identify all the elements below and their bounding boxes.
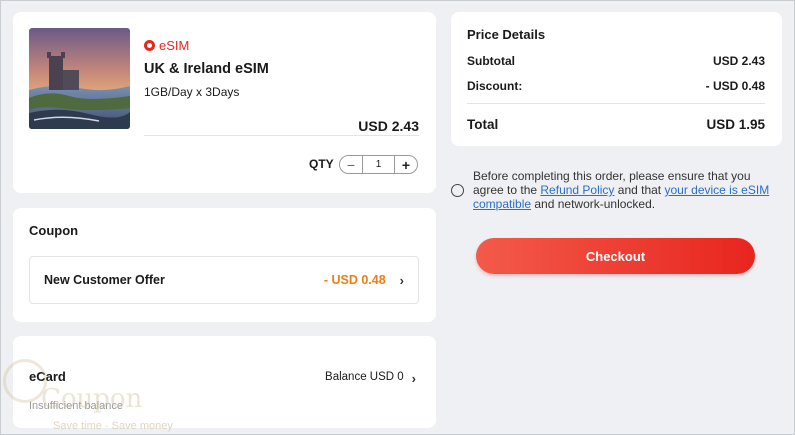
- discount-row: Discount: - USD 0.48: [467, 79, 765, 93]
- price-details-card: Price Details Subtotal USD 2.43 Discount…: [451, 12, 782, 146]
- chevron-right-icon: ›: [411, 371, 416, 386]
- product-image: [29, 28, 130, 129]
- coupon-offer-name: New Customer Offer: [44, 273, 165, 287]
- total-value: USD 1.95: [706, 117, 765, 132]
- brand-row: eSIM: [144, 38, 189, 53]
- ecard-card: eCard Balance USD 0 › Insufficient balan…: [13, 336, 436, 428]
- divider: [144, 135, 419, 136]
- agreement-text-part: and network-unlocked.: [531, 197, 656, 211]
- esim-logo-icon: [144, 40, 155, 51]
- divider: [467, 103, 765, 104]
- price-details-title: Price Details: [467, 27, 546, 42]
- brand-label: eSIM: [159, 38, 190, 53]
- product-price: USD 2.43: [358, 118, 419, 134]
- coupon-offer-amount: - USD 0.48: [323, 273, 386, 287]
- qty-decrease-button[interactable]: −: [340, 156, 362, 173]
- product-plan: 1GB/Day x 3Days: [144, 85, 240, 99]
- qty-increase-button[interactable]: +: [395, 156, 417, 173]
- qty-value[interactable]: 1: [362, 156, 395, 173]
- subtotal-label: Subtotal: [467, 54, 515, 68]
- coupon-offer-row[interactable]: New Customer Offer - USD 0.48 ›: [29, 256, 419, 304]
- coupon-card: Coupon New Customer Offer - USD 0.48 ›: [13, 208, 436, 322]
- coupon-title: Coupon: [29, 223, 79, 238]
- checkout-button[interactable]: Checkout: [476, 238, 755, 274]
- ecard-title: eCard: [29, 369, 66, 384]
- quantity-stepper: − 1 +: [339, 155, 418, 174]
- qty-label: QTY: [309, 157, 334, 171]
- subtotal-row: Subtotal USD 2.43: [467, 54, 765, 68]
- ecard-balance: Balance USD 0: [325, 371, 404, 383]
- total-label: Total: [467, 117, 499, 132]
- discount-value: - USD 0.48: [705, 79, 765, 93]
- chevron-right-icon: ›: [399, 272, 404, 288]
- ecard-note: Insufficient balance: [29, 400, 123, 412]
- product-name: UK & Ireland eSIM: [144, 61, 269, 77]
- product-card: eSIM UK & Ireland eSIM 1GB/Day x 3Days U…: [13, 12, 436, 193]
- agreement-text: Before completing this order, please ens…: [473, 169, 781, 211]
- agreement-radio[interactable]: [451, 184, 464, 197]
- refund-policy-link[interactable]: Refund Policy: [540, 183, 614, 197]
- subtotal-value: USD 2.43: [712, 54, 765, 68]
- agreement: Before completing this order, please ens…: [451, 169, 781, 211]
- total-row: Total USD 1.95: [467, 117, 765, 132]
- ecard-balance-link[interactable]: Balance USD 0 ›: [325, 371, 416, 386]
- agreement-text-part: and that: [614, 183, 665, 197]
- discount-label: Discount:: [467, 79, 523, 93]
